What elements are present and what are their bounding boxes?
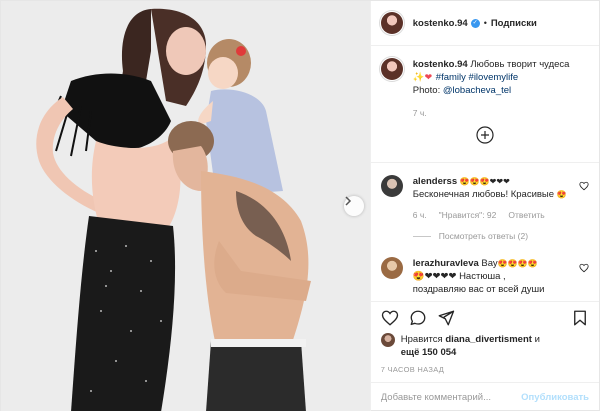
caption-avatar[interactable] [380, 58, 403, 80]
likes-summary: Нравится diana_divertisment и ещё 150 05… [371, 333, 599, 359]
comment-emoji-suffix: 😍 [556, 190, 567, 199]
comment-username[interactable]: alenderss [413, 176, 457, 187]
following-button[interactable]: Подписки [491, 18, 537, 29]
post-date: 7 ЧАСОВ НАЗАД [380, 365, 445, 374]
photo-credit-prefix: Photo: [412, 85, 441, 96]
publish-button[interactable]: Опубликовать [521, 392, 589, 403]
comment-avatar[interactable] [380, 175, 403, 197]
post-side-panel: kostenko.94 ✓ • Подписки kostenko.94 Люб… [369, 1, 599, 411]
comment-body: lerazhuravleva Вау😍😍😍😍 😍❤❤❤❤ Настюша , п… [413, 257, 578, 296]
liker-avatar[interactable] [380, 333, 395, 347]
comment-icon[interactable] [409, 309, 427, 327]
caption: kostenko.94 Любовь творит чудеса ✨❤ #fam… [380, 58, 589, 120]
comment-time: 6 ч. [412, 210, 427, 220]
likes-others-count[interactable]: ещё 150 054 [401, 347, 457, 358]
comment-username[interactable]: lerazhuravleva [413, 258, 479, 269]
view-replies-label: Посмотреть ответы (2) [438, 231, 529, 241]
comment-line2: 😍❤❤❤❤ Настюша , [412, 271, 506, 282]
share-icon[interactable] [437, 309, 455, 327]
instagram-post: kostenko.94 ✓ • Подписки kostenko.94 Люб… [0, 0, 600, 411]
author-avatar[interactable] [380, 12, 403, 34]
comments-section[interactable]: kostenko.94 Любовь творит чудеса ✨❤ #fam… [370, 46, 599, 301]
comment-body: alenderss 😍😍😍❤❤❤ Бесконечная любовь! Кра… [412, 175, 578, 243]
hashtag-ilovemylife[interactable]: #ilovemylife [469, 72, 519, 83]
family-photo-illustration [1, 1, 370, 411]
comment-item: alenderss 😍😍😍❤❤❤ Бесконечная любовь! Кра… [380, 175, 589, 243]
likes-text: Нравится diana_divertisment и ещё 150 05… [401, 333, 540, 359]
heart-emoji: ❤ [424, 72, 433, 82]
likes-prefix: Нравится [400, 334, 443, 345]
author-username[interactable]: kostenko.94 [413, 18, 468, 29]
add-comment-input[interactable] [380, 392, 522, 403]
caption-body: kostenko.94 Любовь творит чудеса ✨❤ #fam… [413, 58, 583, 120]
post-photo[interactable] [1, 1, 370, 411]
comment-meta: 6 ч. "Нравится": 92 Ответить [413, 209, 578, 222]
author-info: kostenko.94 ✓ • Подписки [413, 18, 537, 29]
post-header: kostenko.94 ✓ • Подписки [370, 1, 599, 46]
add-circle-icon[interactable] [476, 126, 494, 144]
likes-suffix: и [534, 334, 540, 345]
comment-line3: поздравляю вас от всей души [412, 284, 545, 295]
replies-line [412, 236, 431, 237]
caption-text: Любовь творит чудеса [470, 59, 570, 70]
bookmark-icon[interactable] [571, 309, 589, 327]
hashtag-family[interactable]: #family [436, 72, 466, 83]
header-separator: • [483, 18, 487, 28]
comment-text-lead: Вау [481, 258, 498, 269]
caption-time: 7 ч. [412, 108, 427, 118]
liker-username[interactable]: diana_divertisment [445, 334, 532, 345]
comment-avatar[interactable] [380, 257, 403, 279]
next-photo-button[interactable] [344, 196, 364, 216]
comment-text: Бесконечная любовь! Красивые [412, 189, 555, 200]
comment-like-heart-icon[interactable] [579, 263, 589, 273]
photo-credit-link[interactable]: @lobacheva_tel [443, 85, 511, 96]
view-replies-button[interactable]: Посмотреть ответы (2) [412, 230, 578, 243]
chevron-right-icon [345, 196, 352, 206]
comment-item: lerazhuravleva Вау😍😍😍😍 😍❤❤❤❤ Настюша , п… [380, 257, 589, 296]
caption-username[interactable]: kostenko.94 [413, 59, 468, 70]
divider [370, 162, 599, 163]
verified-badge-icon: ✓ [470, 18, 480, 28]
comment-like-heart-icon[interactable] [579, 181, 589, 191]
reply-button[interactable]: Ответить [508, 209, 544, 222]
post-actions [370, 301, 599, 333]
comment-emoji: 😍😍😍😍 [497, 259, 538, 268]
heart-icon[interactable] [381, 309, 399, 327]
comment-likes-count[interactable]: "Нравится": 92 [439, 209, 497, 222]
add-comment-bar: Опубликовать [370, 382, 599, 411]
comment-emoji: 😍😍😍❤❤❤ [459, 177, 510, 186]
sparkle-emoji: ✨ [412, 72, 425, 83]
